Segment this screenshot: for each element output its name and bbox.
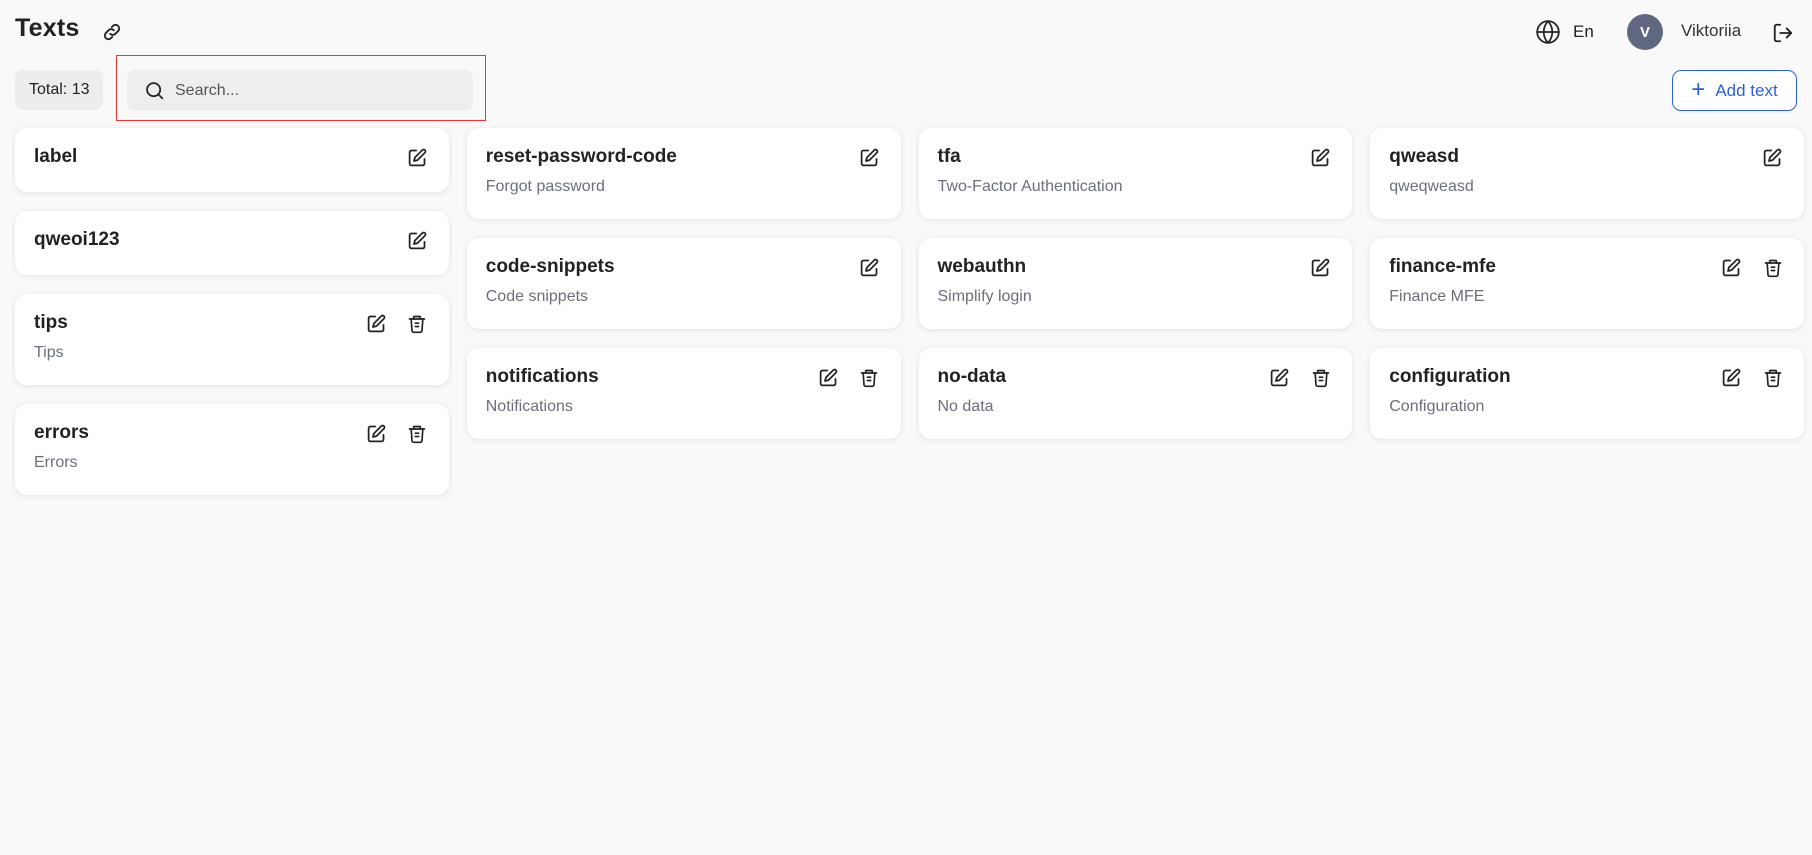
edit-icon[interactable] [365,422,388,445]
text-card-label[interactable]: label [15,128,449,192]
text-card-qweoi123[interactable]: qweoi123 [15,211,449,275]
text-card-code-snippets[interactable]: code-snippets Code snippets [466,238,901,329]
card-actions [817,366,881,389]
texts-column: qweasd qweqweasd finance-mfe Finance MFE con… [1370,128,1804,495]
card-subtitle: Forgot password [485,178,605,195]
card-title: tfa [937,146,961,167]
card-actions [1720,256,1784,279]
text-card-errors[interactable]: errors Errors [15,404,449,495]
plus-icon: + [1691,75,1706,103]
texts-column: tfa Two-Factor Authentication webauthn Simp… [918,128,1353,495]
card-title: qweasd [1389,146,1459,167]
edit-icon[interactable] [1720,366,1743,389]
card-title: webauthn [937,256,1027,277]
edit-icon[interactable] [1309,146,1332,169]
search-icon [143,80,165,102]
globe-icon [1535,19,1561,45]
card-actions [365,422,429,445]
total-badge: Total: 13 [15,70,104,110]
text-card-no-data[interactable]: no-data No data [918,348,1353,439]
text-card-notifications[interactable]: notifications Notifications [466,348,901,439]
card-actions [1761,146,1784,169]
card-actions [1309,256,1332,279]
card-actions [1309,146,1332,169]
text-card-finance-mfe[interactable]: finance-mfe Finance MFE [1370,238,1804,329]
trash-icon[interactable] [858,366,881,389]
card-subtitle: Configuration [1389,398,1485,415]
card-subtitle: Errors [34,454,78,471]
card-actions [406,229,429,252]
card-title: label [34,146,78,167]
card-title: reset-password-code [485,146,677,167]
link-icon[interactable] [100,20,124,44]
edit-icon[interactable] [406,229,429,252]
add-text-button[interactable]: + Add text [1672,70,1797,111]
language-selector[interactable]: En [1535,19,1594,45]
edit-icon[interactable] [406,146,429,169]
card-subtitle: Two-Factor Authentication [937,178,1123,195]
avatar[interactable]: V [1627,14,1663,50]
edit-icon[interactable] [365,312,388,335]
text-card-configuration[interactable]: configuration Configuration [1370,348,1804,439]
edit-icon[interactable] [1720,256,1743,279]
edit-icon[interactable] [1309,256,1332,279]
edit-icon[interactable] [1268,366,1291,389]
card-actions [1268,366,1332,389]
card-subtitle: Notifications [485,398,573,415]
card-title: code-snippets [485,256,615,277]
language-label: En [1573,22,1594,41]
texts-column: reset-password-code Forgot password code-s… [466,128,901,495]
trash-icon[interactable] [1309,366,1332,389]
logout-icon[interactable] [1770,20,1796,46]
edit-icon[interactable] [817,366,840,389]
search-box[interactable] [127,70,473,111]
edit-icon[interactable] [1761,146,1784,169]
card-actions [1720,366,1784,389]
card-actions [365,312,429,335]
trash-icon[interactable] [406,422,429,445]
card-subtitle: No data [937,398,994,415]
trash-icon[interactable] [1761,256,1784,279]
card-subtitle: Code snippets [485,288,589,305]
card-subtitle: Simplify login [937,288,1032,305]
texts-grid: label qweoi123 tips Tips errors Errors reset-p… [15,128,1804,495]
add-text-label: Add text [1715,80,1778,100]
username[interactable]: Viktoriia [1681,21,1741,41]
text-card-reset-password-code[interactable]: reset-password-code Forgot password [466,128,901,219]
trash-icon[interactable] [1761,366,1784,389]
search-input[interactable] [173,80,457,101]
card-title: qweoi123 [34,229,120,250]
card-subtitle: Tips [34,344,64,361]
card-actions [858,256,881,279]
edit-icon[interactable] [858,256,881,279]
card-actions [406,146,429,169]
card-actions [858,146,881,169]
edit-icon[interactable] [858,146,881,169]
text-card-webauthn[interactable]: webauthn Simplify login [918,238,1353,329]
page-title: Texts [15,14,80,42]
text-card-qweasd[interactable]: qweasd qweqweasd [1370,128,1804,219]
card-subtitle: Finance MFE [1389,288,1485,305]
text-card-tfa[interactable]: tfa Two-Factor Authentication [918,128,1353,219]
text-card-tips[interactable]: tips Tips [15,294,449,385]
card-subtitle: qweqweasd [1389,178,1474,195]
trash-icon[interactable] [406,312,429,335]
texts-column: label qweoi123 tips Tips errors Errors [15,128,449,495]
